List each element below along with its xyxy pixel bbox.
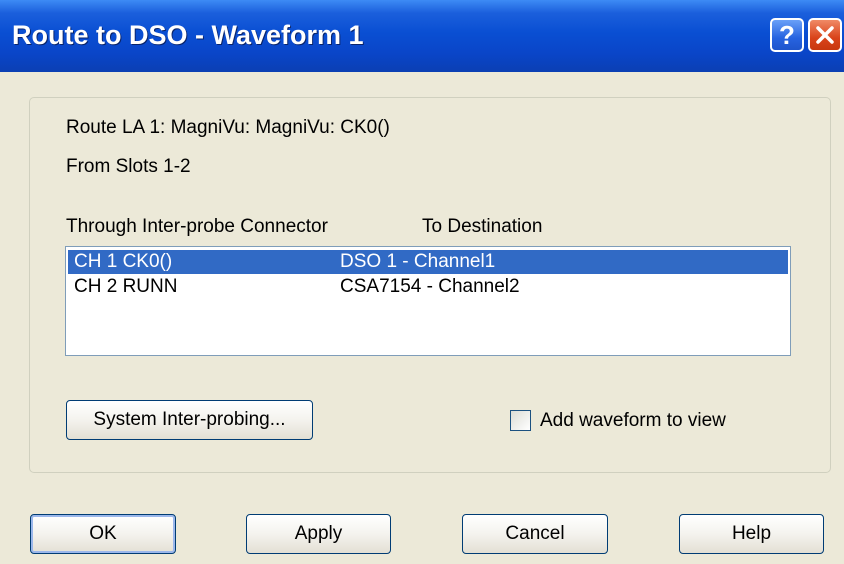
list-item[interactable]: CH 2 RUNN CSA7154 - Channel2 [68, 275, 788, 299]
system-inter-probing-button[interactable]: System Inter-probing... [66, 400, 313, 440]
title-bar[interactable]: Route to DSO - Waveform 1 ? [0, 0, 844, 72]
title-help-button[interactable]: ? [770, 18, 804, 52]
list-item[interactable]: CH 1 CK0() DSO 1 - Channel1 [68, 250, 788, 274]
help-button[interactable]: Help [679, 514, 824, 554]
list-header-destination: To Destination [422, 216, 543, 237]
window-title: Route to DSO - Waveform 1 [12, 20, 364, 50]
slots-label: From Slots 1-2 [66, 156, 191, 177]
add-waveform-label[interactable]: Add waveform to view [540, 410, 726, 432]
title-close-button[interactable] [808, 18, 842, 52]
ok-button[interactable]: OK [30, 514, 176, 554]
list-item-connector: CH 1 CK0() [74, 251, 173, 272]
list-item-destination: DSO 1 - Channel1 [340, 251, 496, 272]
apply-button[interactable]: Apply [246, 514, 391, 554]
list-item-destination: CSA7154 - Channel2 [340, 276, 520, 297]
close-x-icon [816, 26, 834, 44]
cancel-button[interactable]: Cancel [462, 514, 608, 554]
help-question-icon: ? [779, 19, 795, 50]
list-item-connector: CH 2 RUNN [74, 276, 178, 297]
list-header-connector: Through Inter-probe Connector [66, 216, 328, 237]
route-label: Route LA 1: MagniVu: MagniVu: CK0() [66, 117, 390, 138]
add-waveform-checkbox[interactable] [510, 410, 531, 431]
dialog-window: Route to DSO - Waveform 1 ? Route LA 1: … [0, 0, 844, 564]
route-listbox[interactable]: CH 1 CK0() DSO 1 - Channel1 CH 2 RUNN CS… [65, 246, 791, 356]
